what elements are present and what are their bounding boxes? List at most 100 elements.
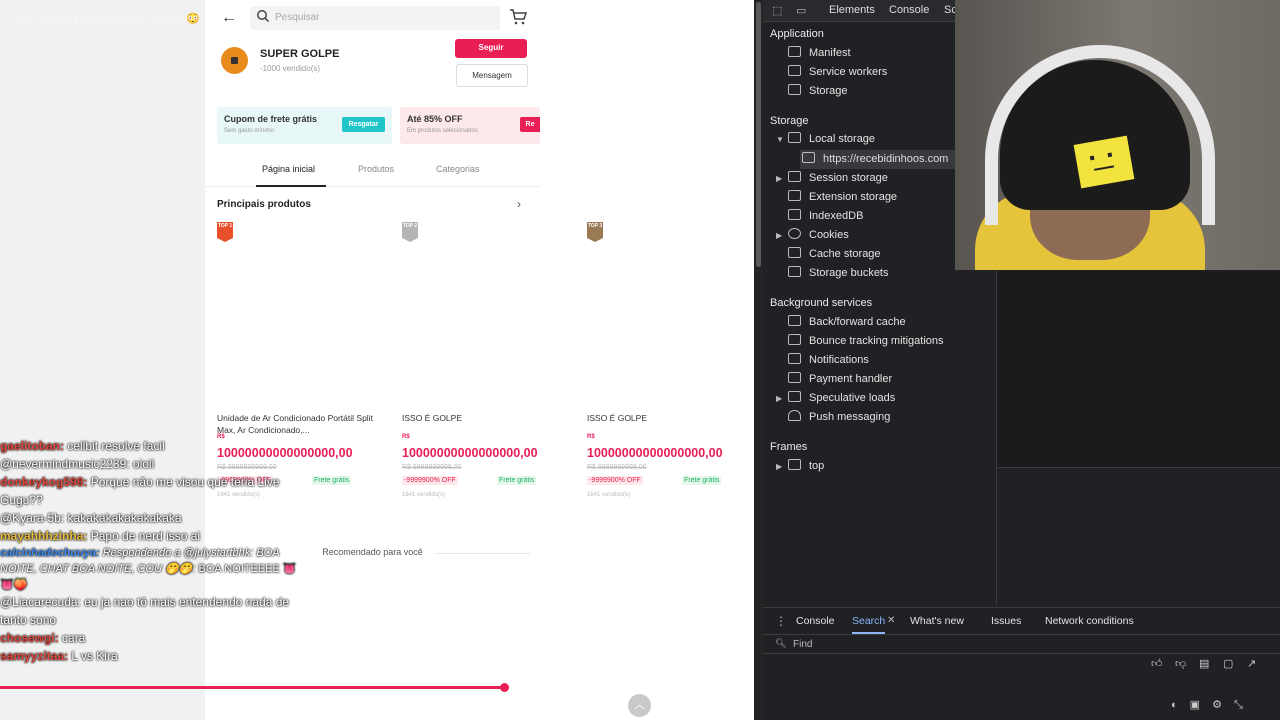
follow-button[interactable]: Seguir: [455, 39, 527, 58]
device-toolbar-icon[interactable]: ▭: [796, 4, 806, 17]
collapsed-arrow-icon[interactable]: ▶: [776, 169, 782, 188]
tab-elements[interactable]: Elements: [829, 4, 875, 16]
sidebar-item-back-forward-cache[interactable]: Back/forward cache: [788, 313, 993, 332]
drawer-tab-issues[interactable]: Issues: [991, 615, 1021, 627]
find-input[interactable]: 🔍︎ Find: [763, 634, 1280, 654]
feedback-icon[interactable]: ▤: [1199, 657, 1213, 670]
drawer-tab-network-conditions[interactable]: Network conditions: [1045, 615, 1134, 627]
product-card[interactable]: TOP 3 ISSO É GOLPE R$ 10000000000000000,…: [587, 222, 752, 504]
smiley-patch: [1073, 135, 1135, 189]
stream-title: H4CK3ANDO GOLPES do TikTok 😳: [12, 13, 201, 25]
devtools-tabbar: ⬚ ▭ Elements Console Sc: [763, 0, 957, 22]
table-icon: [802, 152, 815, 163]
drawer-tab-whats-new[interactable]: What's new: [910, 615, 964, 627]
page-scrollbar[interactable]: [754, 0, 763, 720]
chat-text: @Liacarecuda: eu ja nao tô mais entenden…: [0, 595, 290, 627]
chat-username: calcinhadochuuya:: [0, 547, 103, 559]
product-title: ISSO É GOLPE: [402, 413, 462, 423]
frame-icon: [788, 459, 801, 470]
thumbs-up-icon[interactable]: 👍︎: [1151, 657, 1165, 670]
share-icon[interactable]: ↗: [1247, 657, 1261, 670]
sidebar-item-label: https://recebidinhoos.com: [823, 153, 949, 165]
close-icon[interactable]: ✕: [887, 615, 895, 626]
chat-message: donkeykog598: Porque não me visou que te…: [0, 473, 300, 509]
product-card[interactable]: TOP 2 ISSO É GOLPE R$ 10000000000000000,…: [402, 222, 578, 504]
gear-icon: [788, 65, 801, 76]
table-icon: [788, 190, 801, 201]
chat-message: @Kyara-5b: kakakakakakakakaka: [0, 509, 300, 527]
sidebar-item-push-messaging[interactable]: Push messaging: [788, 408, 993, 427]
product-original-price: R$ 9999999999,00: [402, 464, 462, 471]
product-currency: R$: [402, 434, 410, 440]
collapsed-arrow-icon[interactable]: ▶: [776, 226, 782, 245]
webcam-overlay: [955, 0, 1280, 270]
image-icon[interactable]: ▣: [1190, 698, 1200, 711]
expanded-arrow-icon[interactable]: ▼: [776, 130, 784, 149]
product-price: 10000000000000000,00: [587, 446, 723, 460]
sidebar-item-label: Back/forward cache: [809, 316, 906, 328]
chat-username: chosewgi:: [0, 631, 63, 645]
sidebar-item-label: Extension storage: [809, 191, 898, 203]
redeem-button[interactable]: Re: [520, 117, 540, 132]
tab-products[interactable]: Produtos: [358, 164, 394, 174]
drawer-tab-console[interactable]: Console: [796, 615, 835, 627]
sidebar-item-label: Cookies: [809, 229, 849, 241]
sidebar-item-label: Service workers: [809, 66, 888, 78]
sidebar-item-speculative-loads[interactable]: ▶ Speculative loads: [776, 389, 993, 408]
drawer-tab-search[interactable]: Search: [852, 615, 886, 634]
coupon-subtitle: Sem gasto mínimo: [224, 128, 275, 134]
collapsed-arrow-icon[interactable]: ▶: [776, 389, 782, 408]
chevron-right-icon[interactable]: ›: [517, 197, 521, 211]
scroll-up-button[interactable]: ︿: [628, 694, 651, 717]
store-sold-count: -1000 vendido(s): [260, 64, 321, 73]
find-actions: 👍︎ 👎︎ ▤ ▢ ↗: [1151, 657, 1271, 670]
chat-message: @nevermindmusic2239: oioii: [0, 455, 300, 473]
redeem-button[interactable]: Resgatar: [342, 117, 385, 132]
sidebar-item-payment-handler[interactable]: Payment handler: [788, 370, 993, 389]
more-tabs-icon[interactable]: ⋮: [775, 614, 787, 628]
collapse-icon[interactable]: ⤡: [1234, 699, 1243, 712]
chat-username: donkeykog598:: [0, 475, 91, 489]
toggle-icon[interactable]: ◐: [1171, 699, 1178, 711]
search-icon: 🔍︎: [775, 638, 787, 648]
cart-icon[interactable]: [509, 8, 527, 26]
sidebar-item-label: Storage buckets: [809, 267, 889, 279]
settings-icon[interactable]: ⚙: [1212, 698, 1222, 711]
sidebar-item-bounce-tracking[interactable]: Bounce tracking mitigations: [788, 332, 993, 351]
section-storage: Storage: [770, 115, 809, 127]
tab-categories[interactable]: Categorias: [436, 164, 480, 174]
progress-knob[interactable]: [499, 683, 509, 692]
inspect-icon[interactable]: ⬚: [772, 4, 782, 17]
chat-icon[interactable]: ▢: [1223, 657, 1237, 670]
chat-username: gaelitoban:: [0, 439, 68, 453]
back-arrow-icon[interactable]: ←: [221, 9, 237, 27]
sidebar-item-frame-top[interactable]: ▶ top: [776, 457, 993, 476]
database-icon: [788, 334, 801, 345]
sidebar-item-label: Local storage: [809, 133, 876, 145]
bucket-icon: [788, 266, 801, 277]
search-input[interactable]: Pesquisar: [250, 6, 500, 30]
product-currency: R$: [587, 434, 595, 440]
coupon-subtitle: Em produtos selecionados: [407, 128, 478, 134]
chat-text: @Kyara-5b: kakakakakakakakaka: [0, 511, 182, 525]
tab-home[interactable]: Página inicial: [262, 164, 315, 174]
table-icon: [788, 171, 801, 182]
sidebar-item-label: Bounce tracking mitigations: [809, 335, 944, 347]
collapsed-arrow-icon[interactable]: ▶: [776, 457, 782, 476]
web-page: H4CK3ANDO GOLPES do TikTok 😳 ← Pesquisar…: [0, 0, 752, 720]
sidebar-item-label: Push messaging: [809, 411, 891, 423]
free-shipping-badge: Frete grátis: [312, 476, 352, 485]
file-icon: [788, 46, 801, 57]
video-progress[interactable]: [0, 683, 752, 692]
search-icon: [257, 10, 270, 23]
message-button[interactable]: Mensagem: [456, 64, 528, 87]
section-title: Principais produtos: [217, 199, 311, 210]
discount-badge: -9999900% OFF: [587, 476, 643, 485]
scrollbar-thumb[interactable]: [756, 2, 761, 267]
thumbs-down-icon[interactable]: 👎︎: [1175, 657, 1189, 670]
chat-text: cara: [62, 631, 86, 645]
tab-console[interactable]: Console: [889, 4, 929, 16]
sidebar-item-notifications[interactable]: Notifications: [788, 351, 993, 370]
shop-tabs: Página inicial Produtos Categorias: [205, 155, 540, 187]
database-icon: [788, 247, 801, 258]
